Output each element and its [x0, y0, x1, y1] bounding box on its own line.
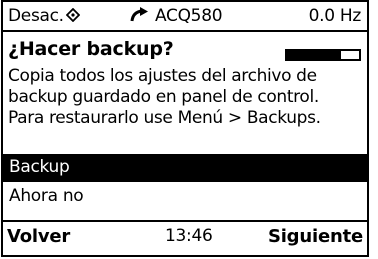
message-line-3: Para restaurarlo use Menú > Backups.: [8, 108, 321, 128]
next-softkey[interactable]: Siguiente: [268, 226, 363, 247]
clock: 13:46: [165, 226, 213, 246]
rotation-arrow-icon: [130, 7, 148, 22]
progress-bar: [285, 49, 361, 61]
frequency-readout: 0.0 Hz: [308, 6, 362, 26]
status-bar: Desac. ACQ580 0.0 Hz: [3, 2, 367, 32]
message-line-2: backup guardado en panel de control.: [8, 87, 319, 107]
mode-indicator: Desac.: [8, 6, 81, 26]
mode-label: Desac.: [8, 6, 64, 26]
message-line-1: Copia todos los ajustes del archivo de: [8, 66, 317, 86]
softkey-divider: [3, 220, 367, 222]
local-control-icon: [65, 7, 81, 23]
back-softkey[interactable]: Volver: [7, 226, 70, 247]
option-backup-label: Backup: [9, 157, 70, 177]
drive-name: ACQ580: [155, 6, 223, 26]
option-not-now[interactable]: Ahora no: [9, 186, 84, 206]
drive-indicator: ACQ580: [129, 6, 223, 26]
dialog-title: ¿Hacer backup?: [8, 38, 174, 60]
progress-fill: [287, 51, 341, 59]
control-panel-screen: Desac. ACQ580 0.0 Hz ¿Hacer backup? Copi…: [1, 0, 369, 257]
option-backup[interactable]: Backup: [3, 154, 367, 182]
